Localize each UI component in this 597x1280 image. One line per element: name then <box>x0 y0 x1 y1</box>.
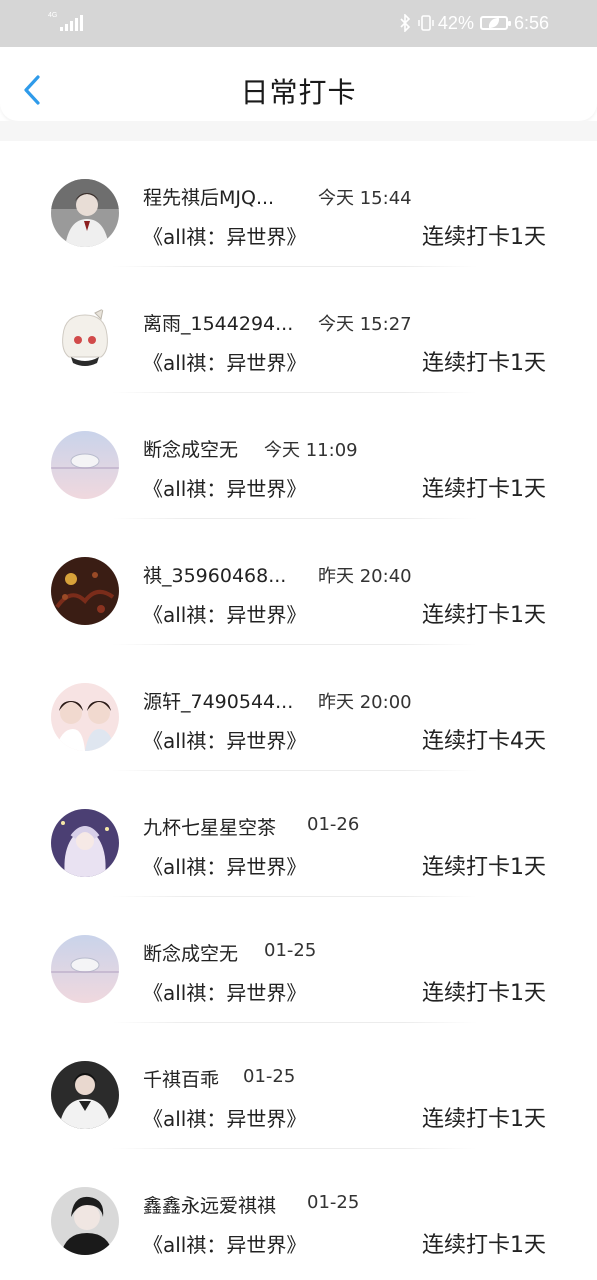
status-right-group: 42% 6:56 <box>398 11 549 35</box>
list-item[interactable]: 离雨_1544294... 今天 15:27 《all祺：异世界》 连续打卡1天 <box>0 267 597 393</box>
list-item[interactable]: 断念成空无 01-25 《all祺：异世界》 连续打卡1天 <box>0 897 597 1023</box>
user-name: 千祺百乖 <box>143 1069 220 1091</box>
streak-label: 连续打卡1天 <box>422 351 546 376</box>
streak-label: 连续打卡1天 <box>422 855 546 880</box>
list-item[interactable]: 源轩_7490544... 昨天 20:00 《all祺：异世界》 连续打卡4天 <box>0 645 597 771</box>
battery-saver-icon <box>479 16 511 30</box>
avatar[interactable] <box>51 809 119 877</box>
checkin-list: 程先祺后MJQ... 今天 15:44 《all祺：异世界》 连续打卡1天 离雨… <box>0 141 597 1275</box>
streak-label: 连续打卡4天 <box>422 729 546 754</box>
streak-label: 连续打卡1天 <box>422 1233 546 1258</box>
streak-label: 连续打卡1天 <box>422 981 546 1006</box>
checkin-time: 01-26 <box>307 814 360 835</box>
book-title: 《all祺：异世界》 <box>143 1233 307 1257</box>
book-title: 《all祺：异世界》 <box>143 855 307 879</box>
vibrate-icon <box>418 14 434 32</box>
page-title: 日常打卡 <box>240 77 357 108</box>
avatar[interactable] <box>51 431 119 499</box>
book-title: 《all祺：异世界》 <box>143 1107 307 1131</box>
user-name: 断念成空无 <box>143 439 239 461</box>
list-item[interactable]: 九杯七星星空茶 01-26 《all祺：异世界》 连续打卡1天 <box>0 771 597 897</box>
avatar[interactable] <box>51 179 119 247</box>
clock: 6:56 <box>513 12 549 33</box>
user-name: 祺_35960468... <box>143 565 287 587</box>
status-bar: 4G 42% 6:56 <box>0 0 597 47</box>
user-name: 程先祺后MJQ... <box>143 187 275 209</box>
signal-icon <box>60 15 83 31</box>
list-item[interactable]: 祺_35960468... 昨天 20:40 《all祺：异世界》 连续打卡1天 <box>0 519 597 645</box>
checkin-time: 01-25 <box>264 940 317 961</box>
book-title: 《all祺：异世界》 <box>143 351 307 375</box>
user-name: 九杯七星星空茶 <box>143 817 277 839</box>
book-title: 《all祺：异世界》 <box>143 729 307 753</box>
avatar[interactable] <box>51 557 119 625</box>
avatar[interactable] <box>51 305 119 373</box>
app-header: 日常打卡 <box>0 47 597 121</box>
book-title: 《all祺：异世界》 <box>143 477 307 501</box>
list-item[interactable]: 断念成空无 今天 11:09 《all祺：异世界》 连续打卡1天 <box>0 393 597 519</box>
checkin-time: 今天 15:44 <box>318 188 412 209</box>
header-separator <box>0 121 597 141</box>
battery-percent: 42% <box>437 12 474 33</box>
list-item[interactable]: 程先祺后MJQ... 今天 15:44 《all祺：异世界》 连续打卡1天 <box>0 141 597 267</box>
streak-label: 连续打卡1天 <box>422 603 546 628</box>
bluetooth-icon <box>398 13 412 33</box>
streak-label: 连续打卡1天 <box>422 225 546 250</box>
checkin-time: 昨天 20:40 <box>318 566 412 587</box>
checkin-time: 昨天 20:00 <box>318 692 412 713</box>
checkin-time: 今天 15:27 <box>318 314 412 335</box>
streak-label: 连续打卡1天 <box>422 1107 546 1132</box>
user-name: 断念成空无 <box>143 943 239 965</box>
user-name: 鑫鑫永远爱祺祺 <box>143 1195 277 1217</box>
checkin-time: 01-25 <box>243 1066 296 1087</box>
list-item[interactable]: 鑫鑫永远爱祺祺 01-25 《all祺：异世界》 连续打卡1天 <box>0 1149 597 1275</box>
avatar[interactable] <box>51 1187 119 1255</box>
avatar[interactable] <box>51 1061 119 1129</box>
user-name: 离雨_1544294... <box>143 313 294 335</box>
streak-label: 连续打卡1天 <box>422 477 546 502</box>
checkin-time: 今天 11:09 <box>264 440 358 461</box>
book-title: 《all祺：异世界》 <box>143 981 307 1005</box>
network-type-label: 4G <box>48 12 58 19</box>
checkin-time: 01-25 <box>307 1192 360 1213</box>
avatar[interactable] <box>51 683 119 751</box>
avatar[interactable] <box>51 935 119 1003</box>
list-item[interactable]: 千祺百乖 01-25 《all祺：异世界》 连续打卡1天 <box>0 1023 597 1149</box>
book-title: 《all祺：异世界》 <box>143 603 307 627</box>
book-title: 《all祺：异世界》 <box>143 225 307 249</box>
user-name: 源轩_7490544... <box>143 691 294 713</box>
